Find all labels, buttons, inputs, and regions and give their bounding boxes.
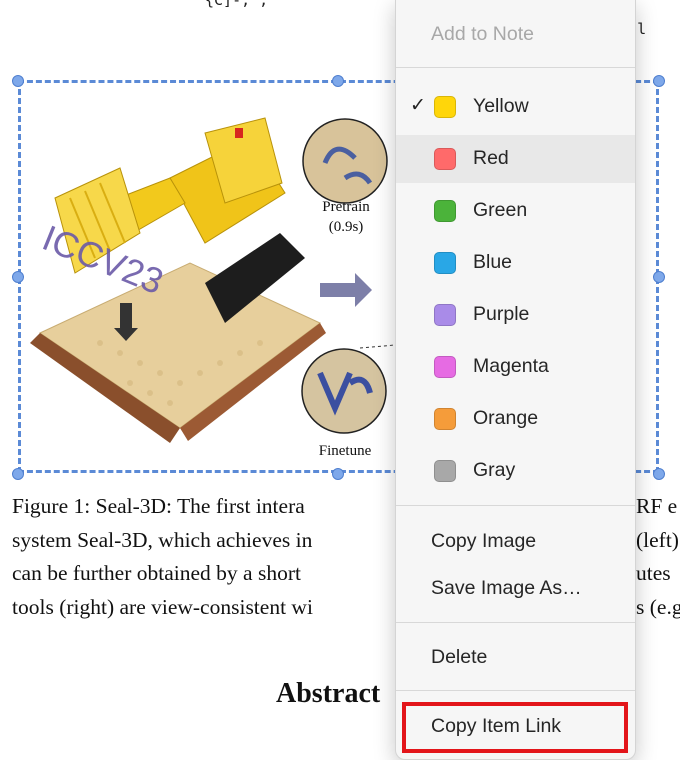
menu-item-save-image-as[interactable]: Save Image As… [396, 565, 635, 611]
menu-item-yellow[interactable]: ✓ Yellow [396, 83, 635, 129]
annotation-highlight-box [402, 702, 628, 753]
menu-item-add-to-note: Add to Note [396, 11, 635, 57]
caption-fragment-4: s (e.g [636, 594, 680, 619]
menu-item-label: Green [473, 199, 528, 221]
caption-fragment-2: (left) [636, 527, 679, 552]
menu-item-orange[interactable]: Orange [396, 395, 635, 441]
menu-separator [396, 67, 635, 68]
caption-fragment-1: RF e [636, 494, 678, 518]
menu-item-label: Gray [473, 459, 516, 481]
gray-swatch-icon [434, 460, 456, 482]
menu-item-label: Purple [473, 303, 530, 325]
menu-item-label: Red [473, 147, 509, 169]
green-swatch-icon [434, 200, 456, 222]
menu-item-label: Blue [473, 251, 513, 273]
menu-separator [396, 505, 635, 506]
menu-item-label: Delete [431, 646, 488, 668]
menu-item-label: Orange [473, 407, 539, 429]
resize-handle-top-left[interactable] [12, 75, 24, 87]
resize-handle-bottom-middle[interactable] [332, 468, 344, 480]
menu-item-blue[interactable]: Blue [396, 239, 635, 285]
menu-item-label: Copy Image [431, 530, 537, 552]
resize-handle-middle-left[interactable] [12, 271, 24, 283]
resize-handle-bottom-right[interactable] [653, 468, 665, 480]
menu-item-label: Magenta [473, 355, 549, 377]
menu-item-label: Save Image As… [431, 577, 582, 599]
menu-item-red[interactable]: Red [396, 135, 635, 183]
orange-swatch-icon [434, 408, 456, 430]
resize-handle-top-right[interactable] [653, 75, 665, 87]
abstract-heading: Abstract [276, 678, 381, 709]
code-snippet-top: {C]-; , [205, 0, 269, 9]
menu-item-delete[interactable]: Delete [396, 634, 635, 680]
menu-item-label: Add to Note [431, 23, 534, 45]
blue-swatch-icon [434, 252, 456, 274]
yellow-swatch-icon [434, 96, 456, 118]
resize-handle-bottom-left[interactable] [12, 468, 24, 480]
menu-item-label: Yellow [473, 95, 529, 117]
resize-handle-middle-right[interactable] [653, 271, 665, 283]
purple-swatch-icon [434, 304, 456, 326]
menu-separator [396, 690, 635, 691]
resize-handle-top-middle[interactable] [332, 75, 344, 87]
magenta-swatch-icon [434, 356, 456, 378]
menu-item-copy-image[interactable]: Copy Image [396, 518, 635, 564]
red-swatch-icon [434, 148, 456, 170]
checkmark-icon: ✓ [410, 95, 426, 116]
menu-item-green[interactable]: Green [396, 187, 635, 233]
caption-right-fragments: RF e (left) utes s (e.g [636, 490, 680, 624]
menu-item-purple[interactable]: Purple [396, 291, 635, 337]
menu-item-magenta[interactable]: Magenta [396, 343, 635, 389]
context-menu: Add to Note ✓ Yellow Red Green Blue Purp… [395, 0, 636, 760]
caption-fragment-3: utes [636, 561, 671, 585]
menu-item-gray[interactable]: Gray [396, 447, 635, 493]
menu-separator [396, 622, 635, 623]
